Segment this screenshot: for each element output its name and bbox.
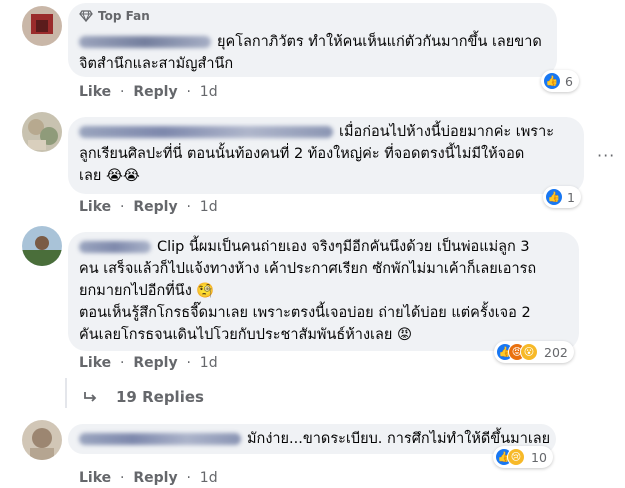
timestamp[interactable]: 1d: [200, 84, 218, 100]
comment-bubble: Clip นี้ผมเป็นคนถ่ายเอง จริงๆมีอีกคันนึง…: [68, 232, 579, 351]
like-button[interactable]: Like: [79, 355, 111, 371]
avatar-image: [22, 420, 62, 460]
reply-button[interactable]: Reply: [133, 470, 177, 486]
like-button[interactable]: Like: [79, 84, 111, 100]
separator: ·: [120, 355, 125, 371]
reaction-count: 10: [531, 449, 547, 465]
author-name[interactable]: [79, 433, 241, 445]
like-button[interactable]: Like: [79, 199, 111, 215]
timestamp[interactable]: 1d: [200, 355, 218, 371]
separator: ·: [186, 355, 191, 371]
comment-text: Clip นี้ผมเป็นคนถ่ายเอง จริงๆมีอีกคันนึง…: [157, 239, 530, 255]
comment-actions: Like · Reply · 1d: [79, 199, 222, 215]
separator: ·: [120, 470, 125, 486]
reaction-count: 6: [565, 73, 573, 89]
reaction-count: 1: [567, 189, 575, 205]
avatar-image: [22, 112, 62, 152]
comment-actions: Like · Reply · 1d: [79, 470, 222, 486]
avatar-image: [22, 6, 62, 46]
comment-text: มักง่าย...ขาดระเบียบ. การศึกไม่ทำให้ดีขึ…: [247, 431, 551, 447]
separator: ·: [120, 84, 125, 100]
separator: ·: [186, 199, 191, 215]
author-name[interactable]: [79, 36, 211, 48]
sad-reaction-icon: 😢: [507, 448, 525, 466]
timestamp[interactable]: 1d: [200, 199, 218, 215]
comment-text-line: ตอนเห็นรู้สึกโกรธจี๊ดมาเลย เพราะตรงนี้เจ…: [79, 305, 531, 321]
separator: ·: [186, 84, 191, 100]
reaction-count: 202: [544, 344, 568, 360]
reaction-summary[interactable]: 👍 1: [543, 186, 581, 208]
comment-bubble: เมื่อก่อนไปห้างนี้บ่อยมากค่ะ เพราะ ลูกเร…: [68, 117, 584, 194]
top-fan-badge: Top Fan: [79, 9, 150, 23]
comment-bubble: Top Fan ยุคโลกาภิวัตร ทำให้คนเห็นแก่ตัวก…: [68, 3, 557, 77]
comment-text-line: คน เสร็จแล้วก็ไปแจ้งทางห้าง เค้าประกาศเร…: [79, 261, 537, 277]
avatar[interactable]: [22, 226, 62, 266]
like-reaction-icon: 👍: [545, 188, 563, 206]
replies-count-label[interactable]: 19 Replies: [116, 388, 204, 406]
comment-actions: Like · Reply · 1d: [79, 84, 222, 100]
reaction-summary[interactable]: 👍 6: [541, 70, 579, 92]
avatar[interactable]: [22, 112, 62, 152]
author-name[interactable]: [79, 241, 151, 253]
more-options-icon[interactable]: ···: [597, 146, 615, 165]
comment-text-line: ยกมายกไปอีกที่นึง 🧐: [79, 283, 215, 299]
reaction-summary[interactable]: 👍 😡 😮 202: [494, 341, 574, 363]
top-fan-label: Top Fan: [98, 9, 150, 23]
reply-arrow-icon: [84, 392, 97, 402]
reply-button[interactable]: Reply: [133, 199, 177, 215]
avatar-image: [22, 226, 62, 266]
reaction-summary[interactable]: 👍 😢 10: [493, 446, 553, 468]
comment-text: ยุคโลกาภิวัตร ทำให้คนเห็นแก่ตัวกันมากขึ้…: [217, 34, 542, 50]
comment-bubble: มักง่าย...ขาดระเบียบ. การศึกไม่ทำให้ดีขึ…: [68, 424, 556, 454]
like-button[interactable]: Like: [79, 470, 111, 486]
avatar[interactable]: [22, 6, 62, 46]
author-name[interactable]: [79, 126, 333, 138]
separator: ·: [186, 470, 191, 486]
comment-text-line: ลูกเรียนศิลปะที่นี่ ตอนนั้นท้องคนที่ 2 ท…: [79, 146, 525, 162]
wow-reaction-icon: 😮: [520, 343, 538, 361]
comment-actions: Like · Reply · 1d: [79, 355, 222, 371]
separator: ·: [120, 199, 125, 215]
comment-text: เมื่อก่อนไปห้างนี้บ่อยมากค่ะ เพราะ: [339, 124, 555, 140]
view-replies-link[interactable]: 19 Replies: [84, 388, 204, 406]
reply-button[interactable]: Reply: [133, 84, 177, 100]
comment-text-line: เลย 😭😭: [79, 168, 140, 184]
comment-text-line: จิตสำนึกและสามัญสำนึก: [79, 56, 234, 72]
like-reaction-icon: 👍: [543, 72, 561, 90]
avatar[interactable]: [22, 420, 62, 460]
reply-button[interactable]: Reply: [133, 355, 177, 371]
thread-line: [65, 378, 67, 408]
diamond-icon: [79, 10, 93, 22]
timestamp[interactable]: 1d: [200, 470, 218, 486]
